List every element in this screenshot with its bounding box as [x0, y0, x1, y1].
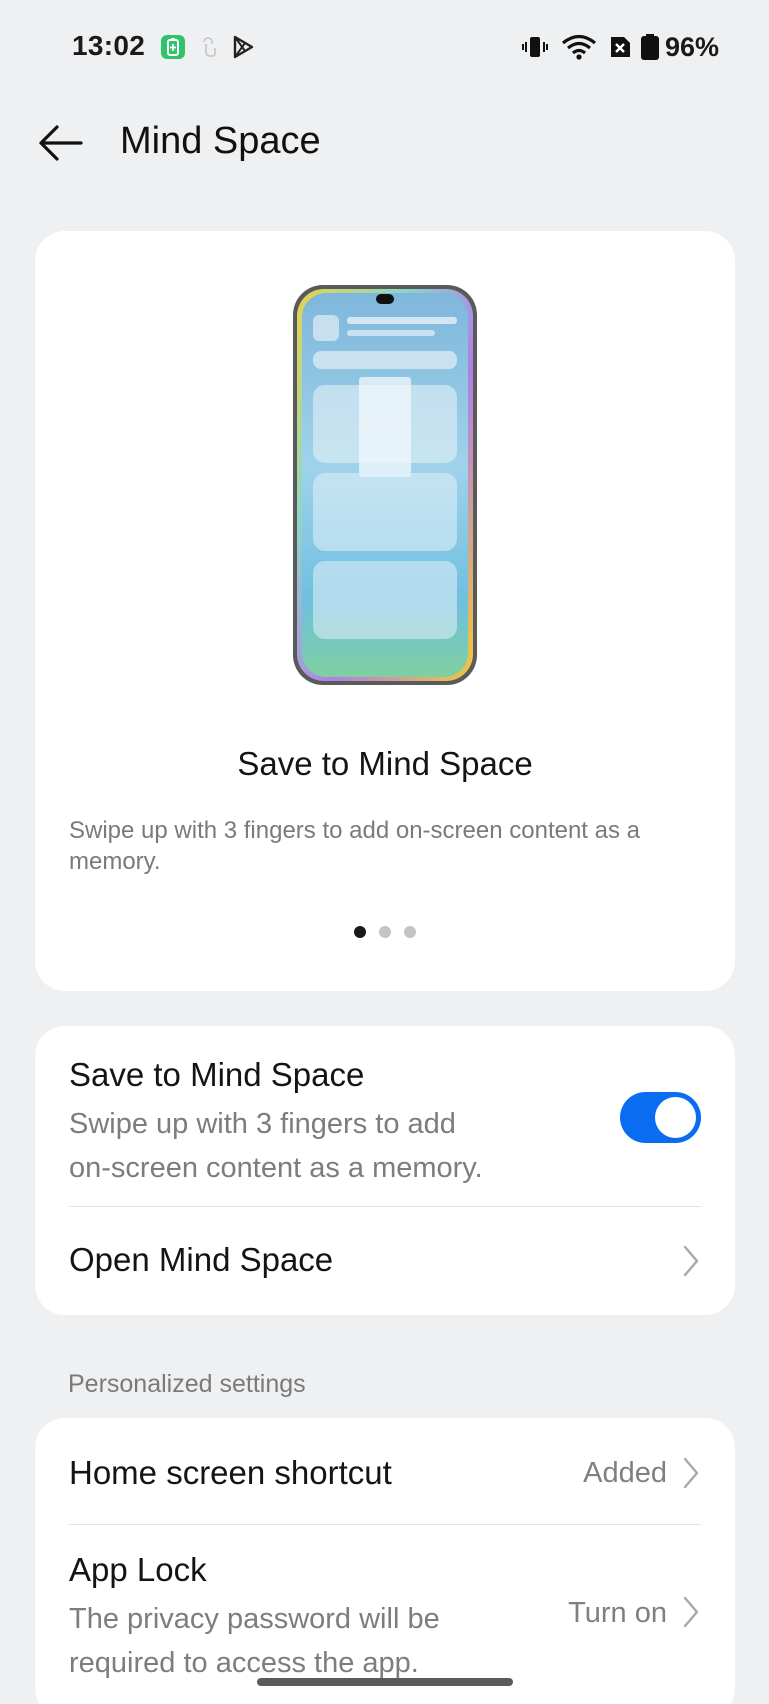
pager-dot-1[interactable]: [354, 926, 366, 938]
save-to-mind-space-title: Save to Mind Space: [69, 1056, 365, 1093]
app-lock-value: Turn on: [568, 1597, 667, 1629]
battery-saver-icon: [161, 35, 185, 59]
hero-title: Save to Mind Space: [237, 745, 533, 782]
vibrate-icon: [522, 37, 548, 57]
chevron-right-icon: [683, 1245, 699, 1277]
status-time: 13:02: [72, 30, 146, 61]
save-to-mind-space-toggle[interactable]: [620, 1092, 701, 1143]
home-screen-shortcut-title: Home screen shortcut: [69, 1454, 392, 1491]
back-button[interactable]: [34, 116, 88, 170]
phone-illustration: [293, 285, 477, 685]
save-to-mind-space-subtitle-line1: Swipe up with 3 fingers to add: [69, 1108, 456, 1140]
open-mind-space-title: Open Mind Space: [69, 1241, 334, 1278]
open-mind-space-row[interactable]: Open Mind Space: [35, 1207, 735, 1315]
pager-dot-2[interactable]: [379, 926, 391, 938]
no-sim-icon: [611, 37, 630, 57]
battery-percent: 96%: [665, 32, 720, 62]
personalized-settings-card: Home screen shortcut Added App Lock The …: [35, 1418, 735, 1704]
save-to-mind-space-subtitle-line2: on-screen content as a memory.: [69, 1152, 483, 1184]
battery-icon: [641, 34, 659, 60]
pager-dots[interactable]: [35, 926, 735, 938]
home-screen-shortcut-row[interactable]: Home screen shortcut Added: [35, 1418, 735, 1524]
app-lock-subtitle-line1: The privacy password will be: [69, 1603, 440, 1635]
chevron-right-icon: [683, 1596, 699, 1628]
toggle-knob: [655, 1097, 696, 1138]
wifi-icon: [561, 34, 597, 60]
mind-space-settings-screen: 13:02 96% Mind Space Save to Mind Space …: [0, 0, 769, 1704]
back-arrow-icon: [39, 125, 83, 161]
page-title: Mind Space: [120, 120, 321, 162]
save-to-mind-space-row[interactable]: Save to Mind Space Swipe up with 3 finge…: [35, 1026, 735, 1206]
home-indicator[interactable]: [257, 1678, 513, 1686]
chevron-right-icon: [683, 1457, 699, 1489]
status-bar: 13:02 96%: [0, 0, 769, 96]
hero-description: Swipe up with 3 fingers to add on-screen…: [69, 817, 641, 875]
play-store-icon: [233, 35, 254, 59]
main-settings-card: Save to Mind Space Swipe up with 3 finge…: [35, 1026, 735, 1315]
pager-dot-3[interactable]: [404, 926, 416, 938]
feature-intro-card[interactable]: Save to Mind Space Swipe up with 3 finge…: [35, 231, 735, 991]
touch-icon: [203, 37, 216, 57]
section-label-personalized: Personalized settings: [68, 1370, 306, 1398]
app-lock-title: App Lock: [69, 1551, 207, 1588]
home-screen-shortcut-value: Added: [583, 1457, 667, 1489]
